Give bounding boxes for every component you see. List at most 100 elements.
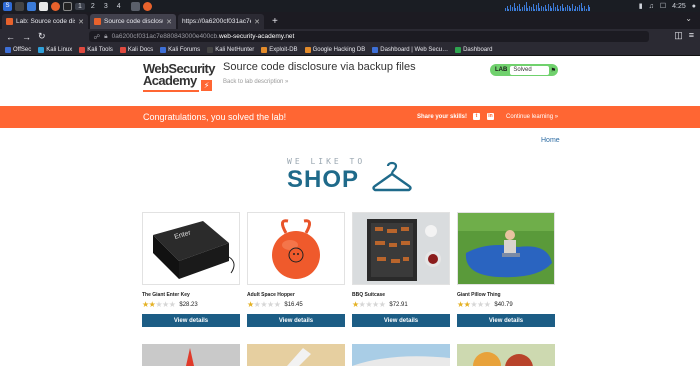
web-security-academy-logo[interactable]: WebSecurity Academy ⚡︎	[143, 62, 216, 92]
lightning-icon: ⚡︎	[201, 80, 212, 91]
flag-icon: ⚑	[550, 67, 556, 74]
shop-hero: WE LIKE TO SHOP	[287, 157, 417, 197]
tab-lab-page[interactable]: Source code disclosure vi… ✕	[90, 14, 176, 29]
portswigger-favicon-icon	[94, 18, 101, 25]
star-empty-icon: ★	[162, 299, 169, 309]
hero-title: SHOP	[287, 166, 360, 193]
lab-status-value: Solved	[510, 65, 549, 75]
terminal-icon[interactable]	[63, 1, 72, 11]
extensions-icon[interactable]: ◫	[674, 30, 683, 41]
close-tab-icon[interactable]: ✕	[254, 18, 260, 26]
nav-right-tools: ◫ ≡	[674, 30, 694, 41]
reload-icon[interactable]: ↻	[38, 31, 46, 42]
product-price: $28.23	[179, 301, 198, 308]
bookmark-item[interactable]: Kali Tools	[79, 46, 113, 53]
bookmark-item[interactable]: Kali Docs	[119, 46, 153, 53]
lock-icon[interactable]: ●	[692, 3, 696, 10]
logo-underline	[143, 90, 199, 92]
workspace-3[interactable]: 3	[101, 3, 111, 10]
star-filled-icon: ★	[457, 299, 464, 309]
product-image-partial[interactable]	[352, 344, 450, 366]
bookmark-item[interactable]: Kali Linux	[38, 46, 72, 53]
home-link[interactable]: Home	[541, 137, 560, 144]
notification-icon[interactable]: ▮	[639, 2, 643, 10]
bookmarks-bar: OffSec Kali Linux Kali Tools Kali Docs Kali …	[0, 44, 700, 56]
star-empty-icon: ★	[378, 299, 386, 309]
bookmark-favicon-icon	[38, 46, 45, 53]
product-image-partial[interactable]	[142, 344, 240, 366]
lab-status-widget: LAB Solved ⚑	[490, 64, 558, 76]
back-to-lab-description-link[interactable]: Back to lab description »	[223, 79, 288, 85]
forward-arrow-icon[interactable]: →	[22, 32, 31, 42]
system-tray: ▮ ♫ ☐ 4:25 ●	[639, 0, 696, 12]
product-image-giant-pillow[interactable]	[457, 212, 555, 285]
bookmark-item[interactable]: Exploit-DB	[261, 46, 298, 53]
star-empty-icon: ★	[483, 299, 491, 309]
product-name: Adult Space Hopper	[247, 292, 295, 298]
bookmark-item[interactable]: Kali NetHunter	[207, 46, 254, 53]
volume-icon[interactable]: ♫	[649, 3, 654, 10]
firefox-window-icon[interactable]	[142, 1, 152, 11]
bookmark-item[interactable]: Google Hacking DB	[304, 46, 365, 53]
menu-icon[interactable]: ≡	[689, 30, 694, 41]
product-card: Giant Pillow Thing ★★★★★ $40.79 View det…	[457, 212, 555, 327]
bookmark-item[interactable]: Kali Forums	[160, 46, 200, 53]
address-bar[interactable]: ☍ 🔒︎ 0a6200cf031ac7e880843000e400cb.web-…	[88, 31, 649, 42]
back-arrow-icon[interactable]: ←	[6, 32, 15, 42]
desktop-icon[interactable]	[15, 1, 24, 11]
bookmark-favicon-icon	[455, 46, 462, 53]
app-window-icon[interactable]	[130, 1, 140, 11]
workspace-4[interactable]: 4	[114, 3, 124, 10]
product-image-enter-key[interactable]: Enter	[142, 212, 240, 285]
view-details-button[interactable]: View details	[457, 314, 555, 327]
firefox-icon[interactable]	[51, 1, 60, 11]
bookmark-favicon-icon	[119, 46, 126, 53]
cpu-graph	[505, 1, 590, 11]
bookmark-item[interactable]: Dashboard	[455, 46, 492, 53]
view-details-button[interactable]: View details	[352, 314, 450, 327]
product-name: The Giant Enter Key	[142, 292, 190, 298]
product-image-partial[interactable]	[247, 344, 345, 366]
linkedin-icon[interactable]: in	[487, 113, 494, 120]
bookmark-item[interactable]: Dashboard | Web Secu…	[372, 46, 448, 53]
star-rating: ★★★★★	[352, 299, 386, 309]
continue-learning-link[interactable]: Continue learning »	[506, 114, 558, 120]
product-price: $72.91	[389, 301, 408, 308]
view-details-button[interactable]: View details	[142, 314, 240, 327]
product-card: Enter The Giant Enter Key ★★★★★ $28.23 V…	[142, 212, 240, 327]
text-editor-icon[interactable]	[39, 1, 48, 11]
twitter-icon[interactable]: t	[473, 113, 480, 120]
workspace-1[interactable]: 1	[75, 2, 85, 10]
lab-status-label: LAB	[495, 67, 508, 73]
lock-icon[interactable]: 🔒︎	[104, 33, 107, 41]
clock[interactable]: 4:25	[672, 3, 686, 10]
close-tab-icon[interactable]: ✕	[78, 18, 84, 26]
shield-icon[interactable]: ☍	[94, 33, 101, 41]
new-tab-button[interactable]: +	[266, 16, 284, 29]
product-image-space-hopper[interactable]	[247, 212, 345, 285]
tab-lab-description[interactable]: Lab: Source code disclos… ✕	[2, 14, 88, 29]
close-tab-icon[interactable]: ✕	[166, 18, 172, 26]
product-image-bbq-suitcase[interactable]	[352, 212, 450, 285]
lab-title: Source code disclosure via backup files	[223, 61, 416, 73]
files-icon[interactable]	[27, 1, 36, 11]
congratulations-message: Congratulations, you solved the lab!	[143, 112, 287, 122]
star-empty-icon: ★	[365, 299, 373, 309]
star-empty-icon: ★	[470, 299, 478, 309]
list-tabs-chevron-icon[interactable]: ⌄	[685, 14, 692, 23]
star-filled-icon: ★	[142, 299, 149, 309]
star-empty-icon: ★	[273, 299, 281, 309]
kali-menu-icon[interactable]: S	[3, 1, 12, 11]
view-details-button[interactable]: View details	[247, 314, 345, 327]
bookmark-item[interactable]: OffSec	[5, 46, 31, 53]
product-name: BBQ Suitcase	[352, 292, 386, 298]
browser-tab-bar: Lab: Source code disclos… ✕ Source code …	[0, 12, 700, 29]
bookmark-favicon-icon	[207, 46, 214, 53]
os-taskbar: S 1 2 3 4 ▮ ♫ ☐ 4:25 ●	[0, 0, 700, 12]
product-image-partial[interactable]	[457, 344, 555, 366]
bookmark-favicon-icon	[160, 46, 167, 53]
battery-icon[interactable]: ☐	[660, 2, 666, 10]
tab-backup-file[interactable]: https://0a6200cf031ac7e88… ✕	[178, 14, 264, 29]
workspace-2[interactable]: 2	[88, 3, 98, 10]
star-rating: ★★★★★	[457, 299, 491, 309]
